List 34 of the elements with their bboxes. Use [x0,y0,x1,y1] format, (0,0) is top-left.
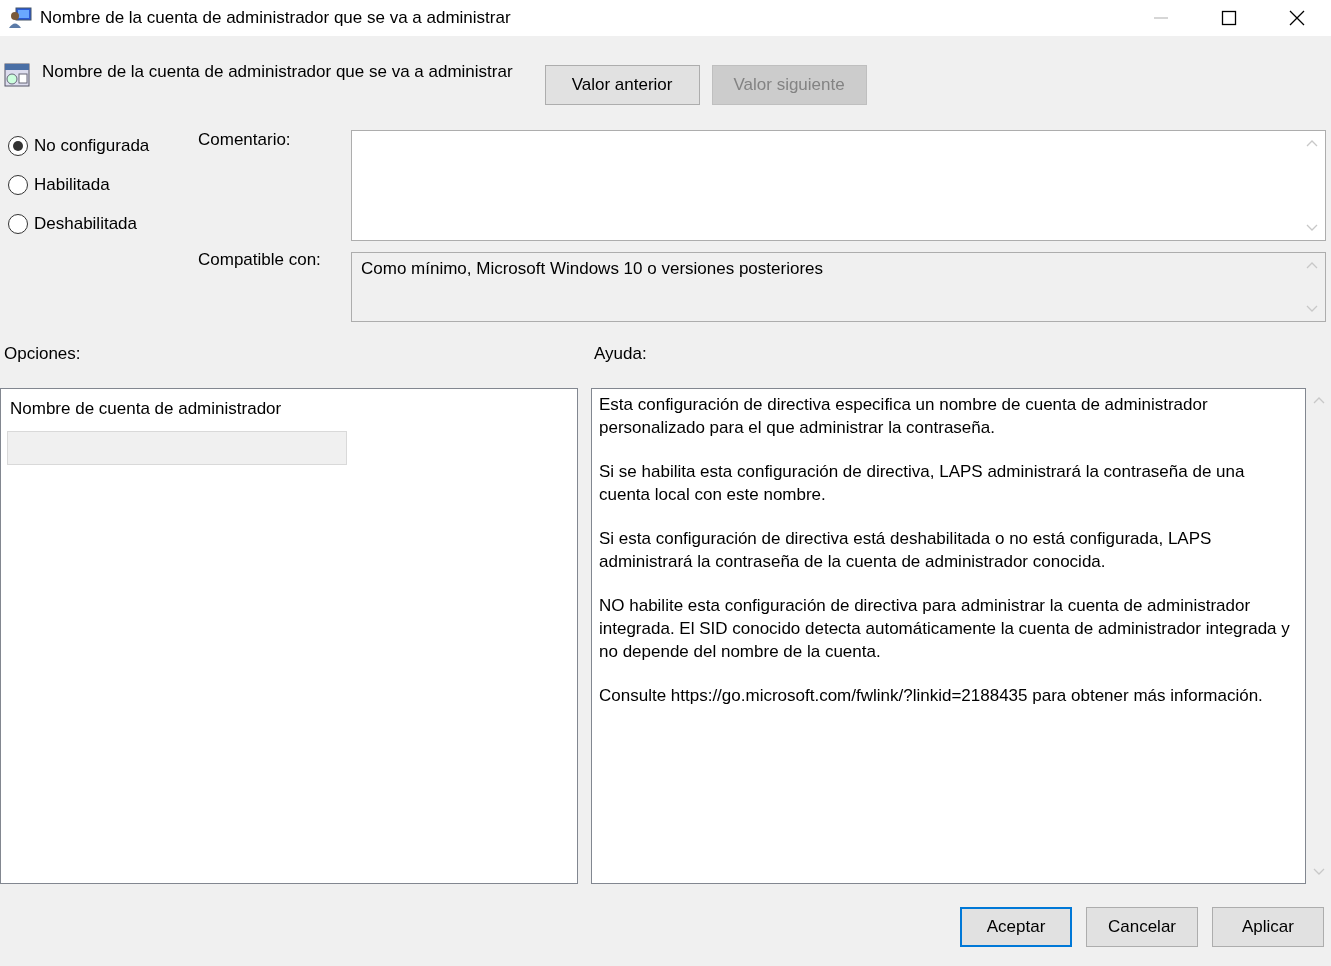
apply-button[interactable]: Aplicar [1212,907,1324,947]
maximize-icon[interactable] [1221,10,1237,26]
radio-option[interactable]: Deshabilitada [8,214,190,234]
help-paragraph: Si esta configuración de directiva está deshabilitada o no está configurada, LAPS administrará la contraseña de la cuenta de administrador conocida. [599,528,1213,573]
chevron-down-icon [1306,224,1318,232]
help-label: Ayuda: [594,344,647,365]
radio-label: No configurada [34,136,150,156]
field-label: Nombre de cuenta de administrador [10,399,282,418]
chevron-down-icon [1312,868,1325,876]
chevron-up-icon [1306,139,1318,147]
radio-option[interactable]: No configurada [8,136,190,156]
help-paragraph: NO habilite esta configuración de directiva para administrar la cuenta de administrador integrada. El SID conocido detecta automáticamente la cuenta de administrador integrada y no depende del nombre de la cuenta. [599,595,1291,663]
settings-window-icon [4,62,30,88]
compatible-label: Compatible con: [198,250,322,270]
radio-option[interactable]: Habilitada [8,175,190,195]
ok-button[interactable]: Aceptar [960,907,1072,947]
previous-button[interactable]: Valor anterior [544,65,700,105]
chevron-down-icon [1306,305,1318,313]
help-paragraph: Esta configuración de directiva especifica un nombre de cuenta de administrador personalizado para el que administrar la contraseña. [599,394,1209,439]
radio-label: Habilitada [34,175,110,195]
chevron-up-icon [1312,396,1325,404]
policy-title: Nombre de la cuenta de administrador que se va a administrar [42,62,513,82]
cancel-button[interactable]: Cancelar [1086,907,1198,947]
compatible-text: Como mínimo, Microsoft Windows 10 o versiones posteriores [360,258,824,280]
admin-computer-icon [8,7,32,29]
comment-label: Comentario: [198,130,292,150]
comment-field[interactable] [351,130,1326,241]
options-label: Opciones: [3,344,82,365]
help-paragraph: Si se habilita esta configuración de directiva, LAPS administrará la contraseña de una cuenta local con este nombre. [599,461,1246,506]
radio-label: Deshabilitada [34,214,137,234]
close-icon[interactable] [1289,10,1305,26]
help-paragraph: Consulte https://go.microsoft.com/fwlink/?linkid=2188435 para obtener más información. [599,685,1264,707]
window-title: Nombre de la cuenta de administrador que se va a administrar [40,8,512,28]
chevron-up-icon [1306,261,1318,269]
